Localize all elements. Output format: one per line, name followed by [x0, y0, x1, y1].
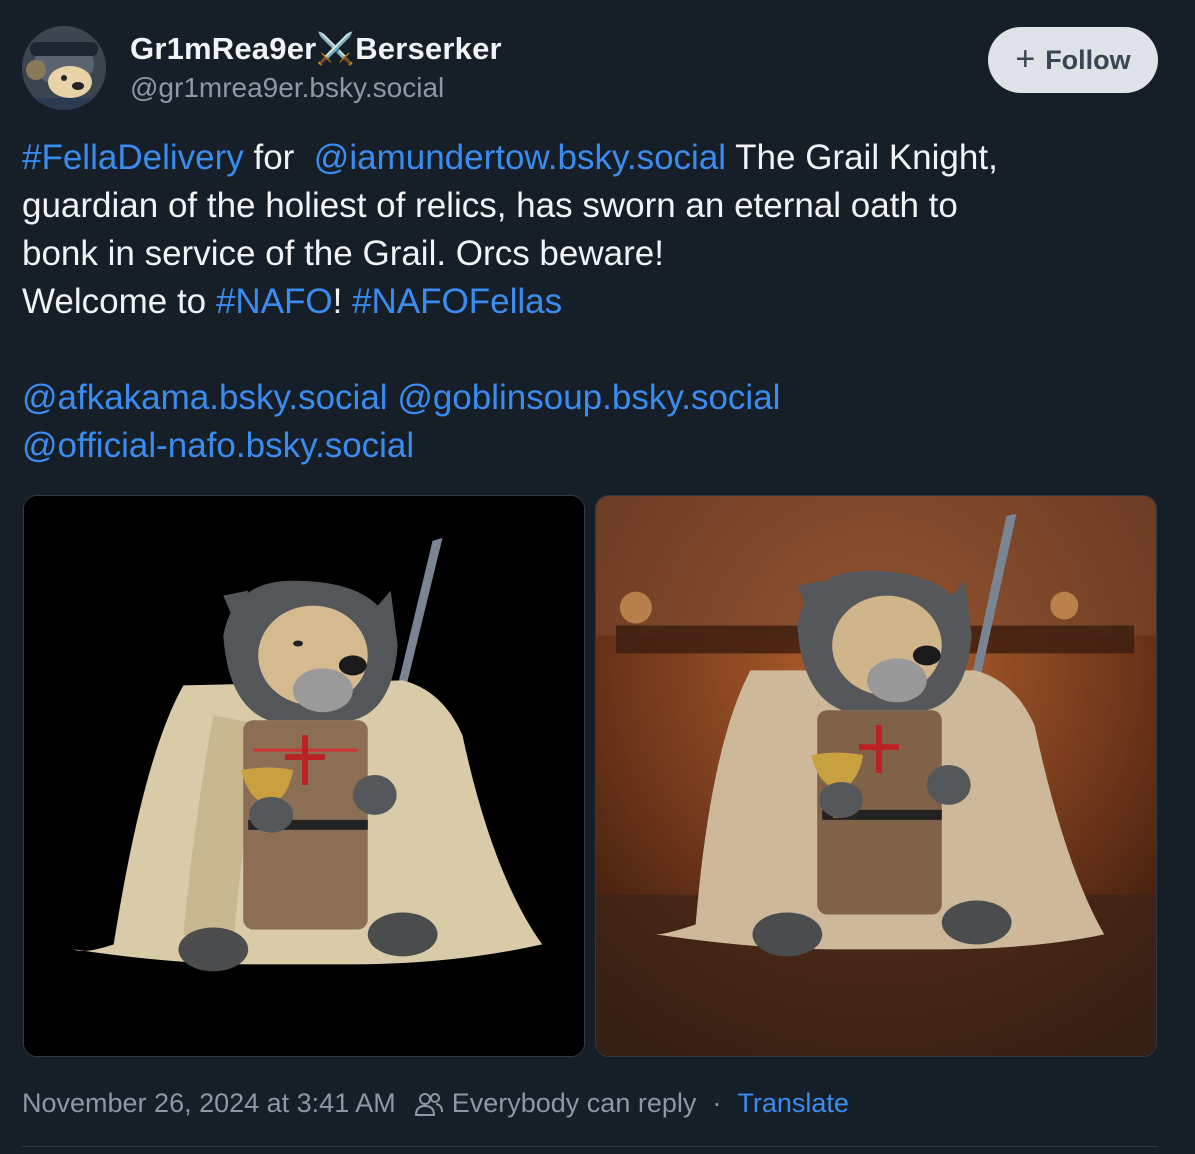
- mention-link[interactable]: @afkakama.bsky.social: [22, 378, 388, 417]
- post-text-fragment: The Grail Knight,: [735, 138, 998, 177]
- post-line: guardian of the holiest of relics, has s…: [22, 186, 958, 225]
- post-line: @afkakama.bsky.social @goblinsoup.bsky.s…: [22, 374, 1162, 422]
- people-icon: [414, 1091, 444, 1117]
- post-footer: November 26, 2024 at 3:41 AM Everybody c…: [22, 1088, 849, 1119]
- post-text: #FellaDelivery for @iamundertow.bsky.soc…: [22, 134, 1162, 470]
- post-line: @official-nafo.bsky.social: [22, 422, 1162, 470]
- reply-setting[interactable]: Everybody can reply: [452, 1088, 697, 1119]
- follow-button[interactable]: + Follow: [988, 27, 1158, 93]
- divider: [22, 1146, 1158, 1147]
- mention-link[interactable]: @goblinsoup.bsky.social: [397, 378, 780, 417]
- author-display-name[interactable]: Gr1mRea9er⚔️Berserker: [130, 30, 502, 67]
- avatar-icon: [22, 26, 106, 110]
- plus-icon: +: [1015, 39, 1036, 78]
- post-image-1[interactable]: [23, 495, 585, 1057]
- footer-separator: ·: [712, 1088, 722, 1118]
- post-line: #FellaDelivery for @iamundertow.bsky.soc…: [22, 134, 1162, 182]
- post-text-fragment: for: [253, 138, 295, 177]
- post-text-fragment: Welcome to: [22, 282, 207, 321]
- post-timestamp[interactable]: November 26, 2024 at 3:41 AM: [22, 1088, 396, 1119]
- post-card: Gr1mRea9er⚔️Berserker @gr1mrea9er.bsky.s…: [0, 0, 1195, 1154]
- author-handle[interactable]: @gr1mrea9er.bsky.social: [130, 72, 444, 104]
- hashtag-link[interactable]: #NAFO: [216, 282, 333, 321]
- mention-link[interactable]: @official-nafo.bsky.social: [22, 426, 414, 465]
- translate-link[interactable]: Translate: [737, 1088, 849, 1119]
- post-line: Welcome to #NAFO! #NAFOFellas: [22, 278, 1162, 326]
- hashtag-link[interactable]: #FellaDelivery: [22, 138, 244, 177]
- grail-knight-fella-temple-image: [596, 496, 1156, 1056]
- hashtag-link[interactable]: #NAFOFellas: [352, 282, 562, 321]
- grail-knight-fella-image: [24, 496, 584, 1056]
- avatar[interactable]: [22, 26, 106, 110]
- follow-label: Follow: [1045, 44, 1131, 75]
- post-text-fragment: !: [332, 282, 343, 321]
- mention-link[interactable]: @iamundertow.bsky.social: [314, 138, 726, 177]
- post-line: bonk in service of the Grail. Orcs bewar…: [22, 234, 664, 273]
- post-image-2[interactable]: [595, 495, 1157, 1057]
